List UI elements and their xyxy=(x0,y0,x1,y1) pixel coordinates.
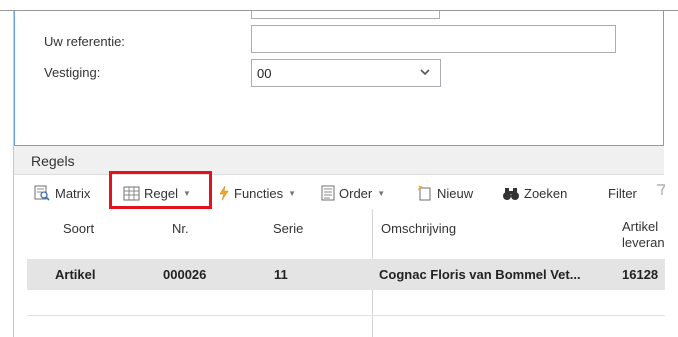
order-button-label: Order xyxy=(339,185,373,201)
filter-button[interactable]: Filter xyxy=(608,184,637,202)
row-divider xyxy=(27,315,665,316)
nieuw-button-label: Nieuw xyxy=(437,185,474,201)
column-header-nr[interactable]: Nr. xyxy=(172,221,189,236)
caret-down-icon: ▼ xyxy=(288,188,297,198)
zoeken-button[interactable]: Zoeken xyxy=(502,184,567,202)
app-window: ​ Uw referentie: Vestiging: 00 Regels Ma… xyxy=(0,0,678,337)
column-header-artikel[interactable]: Artikel xyxy=(622,219,658,234)
lightning-icon xyxy=(219,185,229,201)
zoeken-button-label: Zoeken xyxy=(524,185,568,201)
functies-button[interactable]: Functies ▼ xyxy=(218,184,296,202)
nieuw-button[interactable]: Nieuw xyxy=(417,184,473,202)
branch-label: Vestiging: xyxy=(44,65,101,80)
matrix-button[interactable]: Matrix xyxy=(34,184,90,202)
matrix-button-label: Matrix xyxy=(55,185,91,201)
column-header-artikel-second-line: leveran xyxy=(622,235,665,250)
cell-serie: 11 xyxy=(274,267,288,282)
chevron-down-icon xyxy=(420,69,430,76)
cell-nr: 000026 xyxy=(163,267,207,282)
column-header-omschrijving[interactable]: Omschrijving xyxy=(381,221,456,236)
cell-artikel: 16128 xyxy=(622,267,659,282)
functies-button-label: Functies xyxy=(234,185,284,201)
column-header-soort[interactable]: Soort xyxy=(63,221,94,236)
binoculars-icon xyxy=(503,187,519,200)
reference-input[interactable] xyxy=(251,25,616,53)
reference-label: Uw referentie: xyxy=(44,34,125,49)
top-cutoff-strip: ​ xyxy=(0,0,678,11)
row-divider xyxy=(27,289,665,290)
caret-down-icon: ▼ xyxy=(377,188,386,198)
cell-soort: Artikel xyxy=(55,267,96,282)
filter-funnel-icon xyxy=(657,184,665,195)
column-header-serie[interactable]: Serie xyxy=(273,221,303,236)
document-icon xyxy=(321,185,335,201)
filter-button-label: Filter xyxy=(608,185,637,201)
order-button[interactable]: Order ▼ xyxy=(321,184,385,202)
matrix-search-icon xyxy=(34,185,50,201)
branch-select[interactable]: 00 xyxy=(251,59,441,87)
regel-highlight-box xyxy=(109,171,212,209)
cutoff-input-field[interactable] xyxy=(251,11,440,19)
branch-select-value: 00 xyxy=(257,66,272,81)
lines-section-title: Regels xyxy=(31,153,75,169)
new-document-icon xyxy=(417,185,431,201)
cell-omschrijving: Cognac Floris van Bommel Vet... xyxy=(379,267,581,282)
